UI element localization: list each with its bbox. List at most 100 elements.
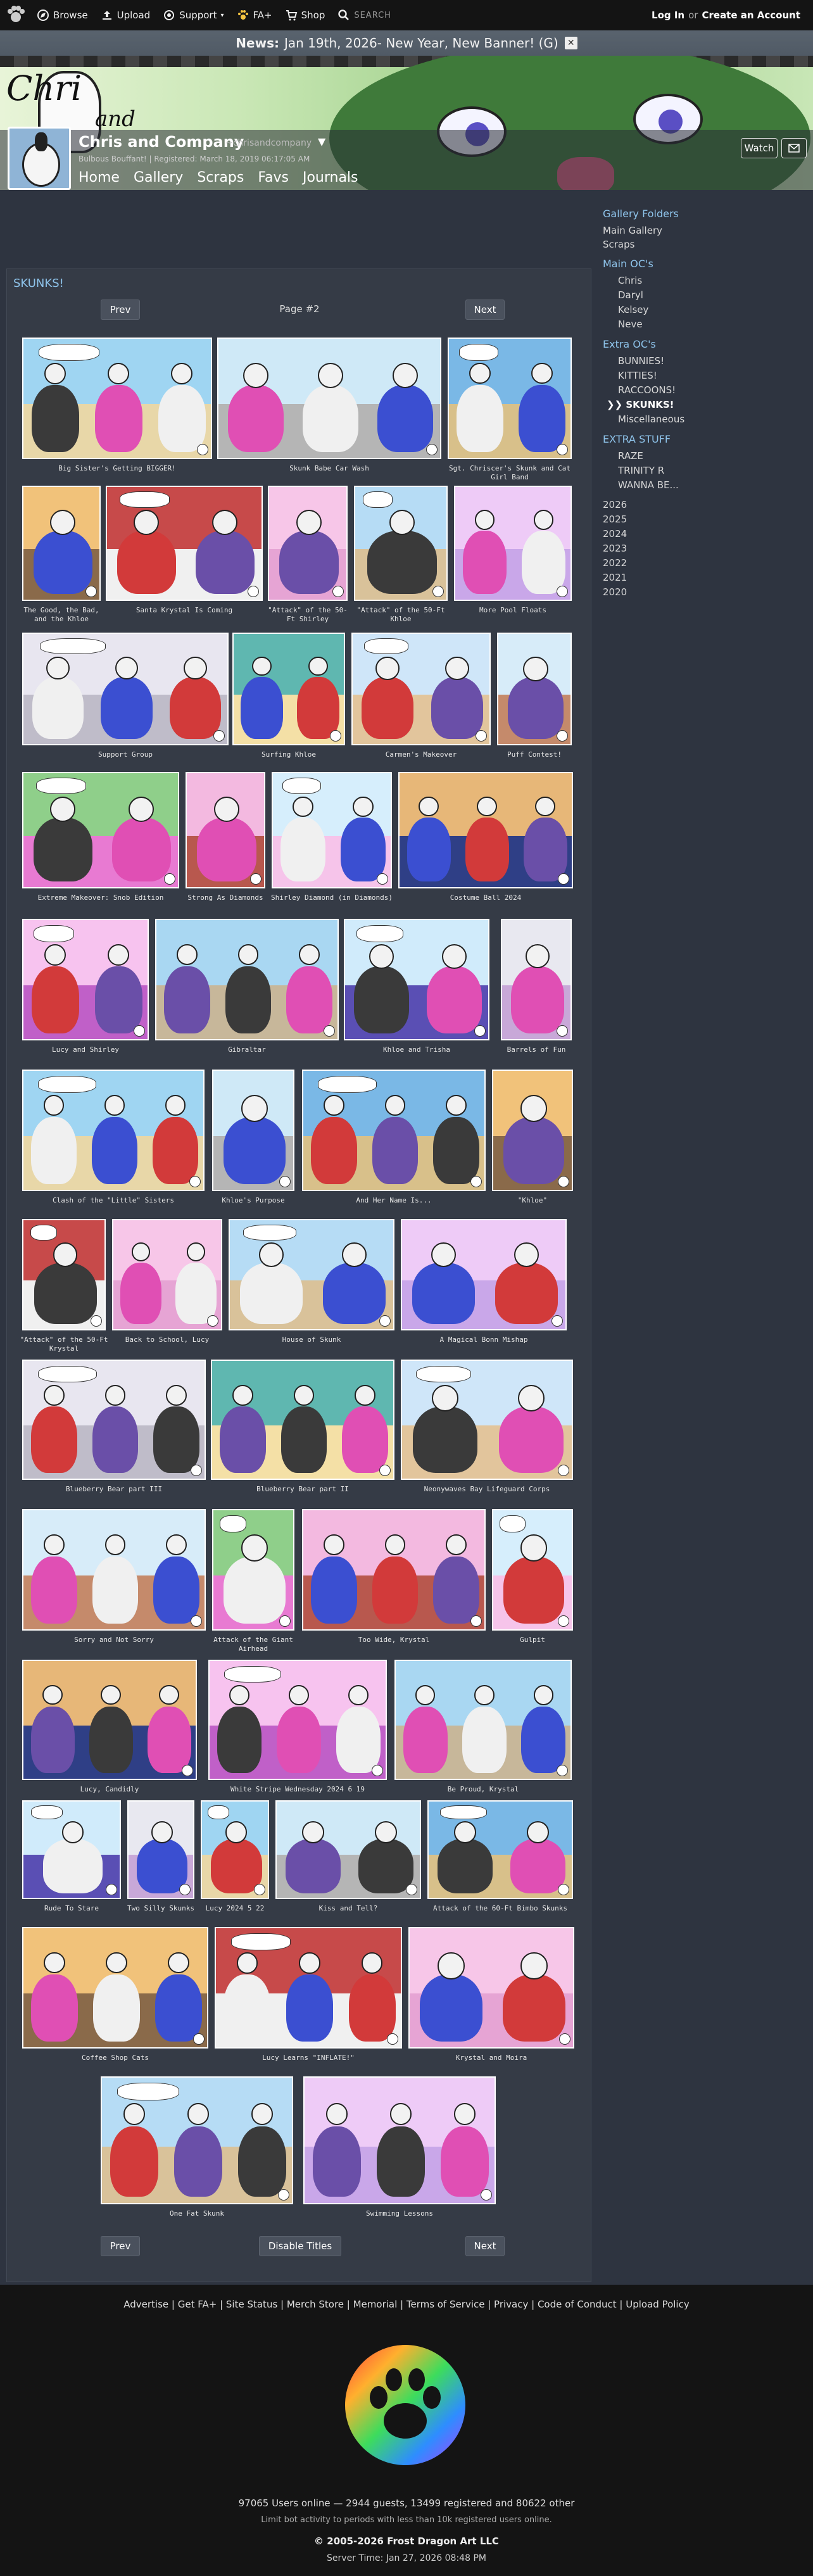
gallery-thumbnail[interactable] xyxy=(211,1360,394,1480)
thumbnail-title[interactable]: Khloe's Purpose xyxy=(208,1196,298,1205)
tab-scraps[interactable]: Scraps xyxy=(197,170,244,186)
gallery-thumbnail[interactable] xyxy=(186,772,265,888)
thumbnail-title[interactable]: Lucy and Shirley xyxy=(18,1045,153,1054)
gallery-thumbnail[interactable] xyxy=(22,1509,206,1631)
gallery-thumbnail[interactable] xyxy=(302,1070,486,1191)
thumbnail-title[interactable]: Puff Contest! xyxy=(493,750,576,759)
sidebar-item-trinity[interactable]: TRINITY R xyxy=(603,464,805,478)
gallery-thumbnail[interactable] xyxy=(215,1927,402,2049)
sidebar-year-2021[interactable]: 2021 xyxy=(603,571,805,585)
fa-plus-link[interactable]: FA+ xyxy=(237,9,272,22)
sidebar-year-2026[interactable]: 2026 xyxy=(603,498,805,512)
thumbnail-title[interactable]: More Pool Floats xyxy=(450,606,576,615)
thumbnail-title[interactable]: Coffee Shop Cats xyxy=(18,2054,212,2062)
thumbnail-title[interactable]: Barrels of Fun xyxy=(497,1045,576,1054)
sidebar-item-neve[interactable]: Neve xyxy=(603,317,805,332)
gallery-thumbnail[interactable] xyxy=(212,1509,294,1631)
thumbnail-title[interactable]: Lucy 2024 5 22 xyxy=(197,1904,273,1913)
tab-favs[interactable]: Favs xyxy=(258,170,289,186)
thumbnail-title[interactable]: Rude To Stare xyxy=(18,1904,125,1913)
news-text[interactable]: Jan 19th, 2026- New Year, New Banner! (G… xyxy=(284,35,558,51)
gallery-thumbnail[interactable] xyxy=(22,1927,208,2049)
site-logo-icon[interactable] xyxy=(5,4,27,26)
copyright[interactable]: © 2005-2026 Frost Dragon Art LLC xyxy=(0,2535,813,2547)
gallery-thumbnail[interactable] xyxy=(22,486,101,601)
thumbnail-title[interactable]: House of Skunk xyxy=(225,1335,398,1344)
sidebar-year-2025[interactable]: 2025 xyxy=(603,512,805,527)
upload-link[interactable]: Upload xyxy=(101,9,150,22)
thumbnail-title[interactable]: "Attack" of the 50-Ft Shirley xyxy=(264,606,351,624)
thumbnail-title[interactable]: Two Silly Skunks xyxy=(123,1904,198,1913)
thumbnail-title[interactable]: Be Proud, Krystal xyxy=(391,1785,576,1794)
thumbnail-title[interactable]: Sorry and Not Sorry xyxy=(18,1636,210,1645)
gallery-thumbnail[interactable] xyxy=(448,338,572,459)
gallery-thumbnail[interactable] xyxy=(401,1360,573,1480)
gallery-thumbnail[interactable] xyxy=(408,1927,574,2049)
sidebar-year-2022[interactable]: 2022 xyxy=(603,556,805,571)
gallery-thumbnail[interactable] xyxy=(22,1219,106,1330)
gallery-thumbnail[interactable] xyxy=(22,1800,121,1899)
sidebar-item-miscellaneous[interactable]: Miscellaneous xyxy=(603,412,805,427)
sidebar-year-2024[interactable]: 2024 xyxy=(603,527,805,541)
thumbnail-title[interactable]: Krystal and Moira xyxy=(405,2054,578,2062)
sidebar-item-skunks[interactable]: ❯❯ SKUNKS! xyxy=(603,398,805,412)
thumbnail-title[interactable]: One Fat Skunk xyxy=(97,2209,297,2218)
thumbnail-title[interactable]: Big Sister's Getting BIGGER! xyxy=(18,464,216,473)
gallery-thumbnail[interactable] xyxy=(501,919,572,1040)
gallery-thumbnail[interactable] xyxy=(303,2076,496,2204)
next-button-bottom[interactable]: Next xyxy=(465,2236,505,2256)
gallery-thumbnail[interactable] xyxy=(201,1800,269,1899)
gallery-thumbnail[interactable] xyxy=(22,633,229,745)
thumbnail-title[interactable]: Strong As Diamonds xyxy=(182,893,269,902)
gallery-thumbnail[interactable] xyxy=(22,338,212,459)
thumbnail-title[interactable]: Costume Ball 2024 xyxy=(394,893,577,902)
thumbnail-title[interactable]: Extreme Makeover: Snob Edition xyxy=(18,893,183,902)
browse-link[interactable]: Browse xyxy=(37,9,88,22)
gallery-thumbnail[interactable] xyxy=(22,1070,205,1191)
thumbnail-title[interactable]: Swimming Lessons xyxy=(299,2209,500,2218)
login-link[interactable]: Log In xyxy=(652,9,684,21)
thumbnail-title[interactable]: A Magical Bonn Mishap xyxy=(397,1335,570,1344)
sidebar-item-daryl[interactable]: Daryl xyxy=(603,288,805,303)
gallery-thumbnail[interactable] xyxy=(492,1070,573,1191)
gallery-thumbnail[interactable] xyxy=(217,338,441,459)
sidebar-year-2023[interactable]: 2023 xyxy=(603,541,805,556)
thumbnail-title[interactable]: Gulpit xyxy=(488,1636,577,1645)
sidebar-item-wanna-be[interactable]: WANNA BE... xyxy=(603,478,805,493)
thumbnail-title[interactable]: Kiss and Tell? xyxy=(272,1904,425,1913)
thumbnail-title[interactable]: "Khloe" xyxy=(488,1196,577,1205)
thumbnail-title[interactable]: Carmen's Makeover xyxy=(348,750,495,759)
gallery-thumbnail[interactable] xyxy=(497,633,572,745)
thumbnail-title[interactable]: Surfing Khloe xyxy=(229,750,349,759)
thumbnail-title[interactable]: Attack of the Giant Airhead xyxy=(208,1636,298,1653)
thumbnail-title[interactable]: White Stripe Wednesday 2024 6 19 xyxy=(205,1785,391,1794)
gallery-thumbnail[interactable] xyxy=(394,1660,572,1780)
gallery-thumbnail[interactable] xyxy=(302,1509,486,1631)
watch-button[interactable]: Watch xyxy=(741,138,778,158)
thumbnail-title[interactable]: Attack of the 60-Ft Bimbo Skunks xyxy=(424,1904,577,1913)
close-icon[interactable]: ✕ xyxy=(564,37,577,49)
sidebar-item-scraps[interactable]: Scraps xyxy=(603,237,805,251)
gallery-thumbnail[interactable] xyxy=(344,919,489,1040)
tab-gallery[interactable]: Gallery xyxy=(134,170,183,186)
prev-button-bottom[interactable]: Prev xyxy=(101,2236,140,2256)
gallery-thumbnail[interactable] xyxy=(401,1219,567,1330)
gallery-thumbnail[interactable] xyxy=(22,1660,197,1780)
shop-link[interactable]: Shop xyxy=(285,9,325,22)
gallery-thumbnail[interactable] xyxy=(112,1219,222,1330)
chevron-down-icon[interactable]: ▼ xyxy=(318,136,325,148)
gallery-thumbnail[interactable] xyxy=(155,919,339,1040)
gallery-thumbnail[interactable] xyxy=(232,633,345,745)
create-account-link[interactable]: Create an Account xyxy=(702,9,800,21)
gallery-thumbnail[interactable] xyxy=(268,486,348,601)
thumbnail-title[interactable]: Back to School, Lucy xyxy=(108,1335,226,1344)
support-menu[interactable]: Support ▾ xyxy=(163,9,224,22)
thumbnail-title[interactable]: Clash of the "Little" Sisters xyxy=(18,1196,208,1205)
sidebar-item-raccoons[interactable]: RACCOONS! xyxy=(603,383,805,398)
thumbnail-title[interactable]: Sgt. Chriscer's Skunk and Cat Girl Band xyxy=(444,464,576,482)
note-button[interactable] xyxy=(781,138,807,158)
sidebar-year-2020[interactable]: 2020 xyxy=(603,585,805,600)
gallery-thumbnail[interactable] xyxy=(275,1800,421,1899)
gallery-thumbnail[interactable] xyxy=(212,1070,294,1191)
sidebar-item-raze[interactable]: RAZE xyxy=(603,449,805,464)
